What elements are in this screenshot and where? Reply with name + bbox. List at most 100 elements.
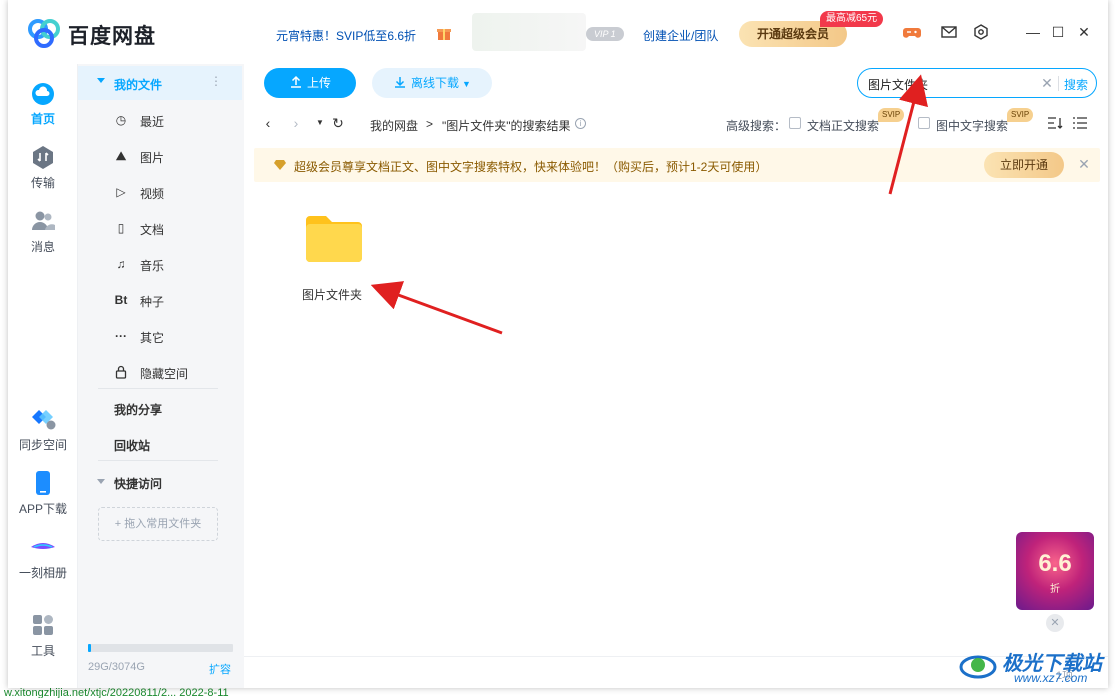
document-icon: ▯ (117, 221, 125, 235)
diamond-icon (274, 160, 286, 170)
refresh-icon[interactable]: ↻ (330, 115, 346, 131)
sidebar-item-label: 视频 (140, 187, 165, 201)
sidebar-item-documents[interactable]: ▯ 文档 (78, 210, 244, 246)
sidebar-item-recycle-bin[interactable]: 回收站 (114, 437, 150, 454)
rail-item-tools[interactable]: 工具 (8, 612, 78, 659)
fulltext-search-label[interactable]: 文档正文搜索 (807, 117, 879, 134)
collapse-caret-icon[interactable] (97, 479, 105, 484)
offline-download-button[interactable]: 离线下载 ▼ (372, 68, 492, 98)
watermark-url: www.xz7.com (1014, 671, 1088, 685)
svip-tag: SVIP (878, 108, 905, 122)
sidebar-item-my-share[interactable]: 我的分享 (114, 401, 162, 418)
my-files-label: 我的文件 (114, 78, 163, 92)
minimize-icon[interactable]: — (1025, 24, 1041, 40)
close-banner-icon[interactable]: ✕ (1077, 157, 1091, 171)
watermark-logo-icon (959, 655, 997, 679)
list-view-icon[interactable] (1072, 116, 1088, 130)
folder-icon (306, 216, 362, 262)
search-input[interactable] (868, 75, 1028, 93)
promo-discount-unit: 折 (1050, 584, 1060, 595)
play-icon: ▷ (116, 185, 126, 199)
rail-label: 传输 (30, 176, 55, 190)
tools-icon (33, 615, 53, 635)
message-icon (32, 211, 55, 230)
app-title: 百度网盘 (68, 25, 156, 48)
navigation-row: ‹ › ▼ ↻ 我的网盘 > "图片文件夹"的搜索结果 i 高级搜索： 文档正文… (244, 108, 1108, 138)
rail-item-transfer[interactable]: 传输 (8, 144, 78, 191)
promo-discount-value: 6.6 (1038, 550, 1072, 577)
file-item-folder[interactable]: 图片文件夹 (292, 204, 372, 314)
upload-button[interactable]: 上传 (264, 68, 356, 98)
expand-storage-link[interactable]: 扩容 (209, 661, 231, 677)
activate-now-button[interactable]: 立即开通 (984, 152, 1064, 178)
sidebar-item-label: 文档 (140, 223, 165, 237)
image-text-search-checkbox[interactable] (918, 117, 930, 129)
dropdown-caret-icon: ▼ (462, 79, 471, 89)
quick-access-label[interactable]: 快捷访问 (114, 475, 162, 492)
breadcrumb-separator: > (426, 117, 434, 131)
close-window-icon[interactable]: ✕ (1076, 24, 1092, 40)
sidebar-item-recent[interactable]: ◷ 最近 (78, 102, 244, 138)
rail-label: 首页 (30, 112, 55, 126)
more-options-icon[interactable]: ⋮ (210, 74, 222, 88)
sidebar-item-images[interactable]: ⛰ 图片 (78, 138, 244, 174)
rail-label: 消息 (30, 240, 55, 254)
sidebar-item-hidden-space[interactable]: 隐藏空间 (78, 354, 244, 390)
forward-icon[interactable]: › (288, 115, 304, 131)
maximize-icon[interactable]: ☐ (1050, 24, 1066, 40)
create-team-link[interactable]: 创建企业/团队 (643, 27, 718, 44)
sidebar-item-label: 音乐 (140, 259, 165, 273)
screen: w.xitongzhijia.net/xtjc/20220811/2... 20… (0, 0, 1116, 698)
phone-icon (36, 471, 50, 495)
rail-item-sync[interactable]: 同步空间 (8, 406, 78, 453)
add-favorite-folder-dropzone[interactable]: + 拖入常用文件夹 (98, 507, 218, 541)
rail-item-app-download[interactable]: APP下载 (8, 470, 78, 517)
sidebar-item-label: 最近 (140, 115, 165, 129)
info-icon[interactable]: i (575, 118, 586, 129)
image-text-search-label[interactable]: 图中文字搜索 (936, 117, 1008, 134)
clear-search-icon[interactable]: ✕ (1039, 75, 1055, 91)
cloud-icon (32, 83, 54, 105)
game-controller-icon[interactable] (903, 24, 921, 40)
settings-icon[interactable] (972, 24, 990, 40)
offline-download-label: 离线下载 (411, 76, 460, 90)
history-dropdown-icon[interactable]: ▼ (312, 115, 328, 131)
advanced-search-label: 高级搜索： (726, 119, 787, 133)
sidebar-item-label: 隐藏空间 (140, 367, 189, 381)
sidebar-item-torrent[interactable]: Bt 种子 (78, 282, 244, 318)
my-files-header[interactable]: 我的文件 ⋮ (78, 66, 242, 100)
user-avatar-area[interactable] (472, 13, 586, 51)
vip-level-badge: VIP 1 (586, 27, 624, 41)
rail-label: 同步空间 (18, 438, 67, 452)
sidebar-item-other[interactable]: ··· 其它 (78, 318, 244, 354)
breadcrumb-root[interactable]: 我的网盘 (370, 117, 418, 134)
rail-item-album[interactable]: 一刻相册 (8, 534, 78, 581)
floating-promo-card[interactable]: 6.6 折 (1016, 532, 1094, 610)
mail-icon[interactable] (940, 24, 958, 40)
background-browser-url: w.xitongzhijia.net/xtjc/20220811/2... 20… (0, 688, 1116, 698)
baidu-netdisk-logo-icon (28, 19, 60, 48)
lock-icon (115, 365, 127, 379)
search-button[interactable]: 搜索 (1064, 76, 1088, 93)
divider (1058, 76, 1059, 91)
image-icon: ⛰ (115, 149, 127, 163)
rail-item-message[interactable]: 消息 (8, 208, 78, 255)
breadcrumb-current: "图片文件夹"的搜索结果 (442, 119, 571, 133)
left-nav-rail: 首页 传输 消息 同步空间 APP下载 一刻相册 工具 (8, 64, 78, 688)
rail-item-home[interactable]: 首页 (8, 80, 78, 127)
file-name: 图片文件夹 (301, 288, 362, 302)
sidebar-item-video[interactable]: ▷ 视频 (78, 174, 244, 210)
banner-text: 超级会员尊享文档正文、图中文字搜索特权，快来体验吧！（购买后，预计1-2天可使用… (294, 160, 768, 174)
gift-icon[interactable] (436, 25, 452, 41)
album-icon (31, 543, 55, 549)
fulltext-search-checkbox[interactable] (789, 117, 801, 129)
sort-icon[interactable] (1047, 116, 1063, 130)
sidebar-item-label: 其它 (140, 331, 165, 345)
more-icon: ··· (115, 329, 127, 343)
back-icon[interactable]: ‹ (260, 115, 276, 131)
baidu-netdisk-window: 百度网盘 元宵特惠！SVIP低至6.6折 VIP 1 创建企业/团队 开通超级会… (8, 0, 1108, 688)
rail-label: 工具 (30, 644, 55, 658)
promo-link[interactable]: 元宵特惠！SVIP低至6.6折 (276, 27, 416, 44)
close-promo-icon[interactable]: ✕ (1046, 614, 1064, 632)
sidebar-item-music[interactable]: ♫ 音乐 (78, 246, 244, 282)
